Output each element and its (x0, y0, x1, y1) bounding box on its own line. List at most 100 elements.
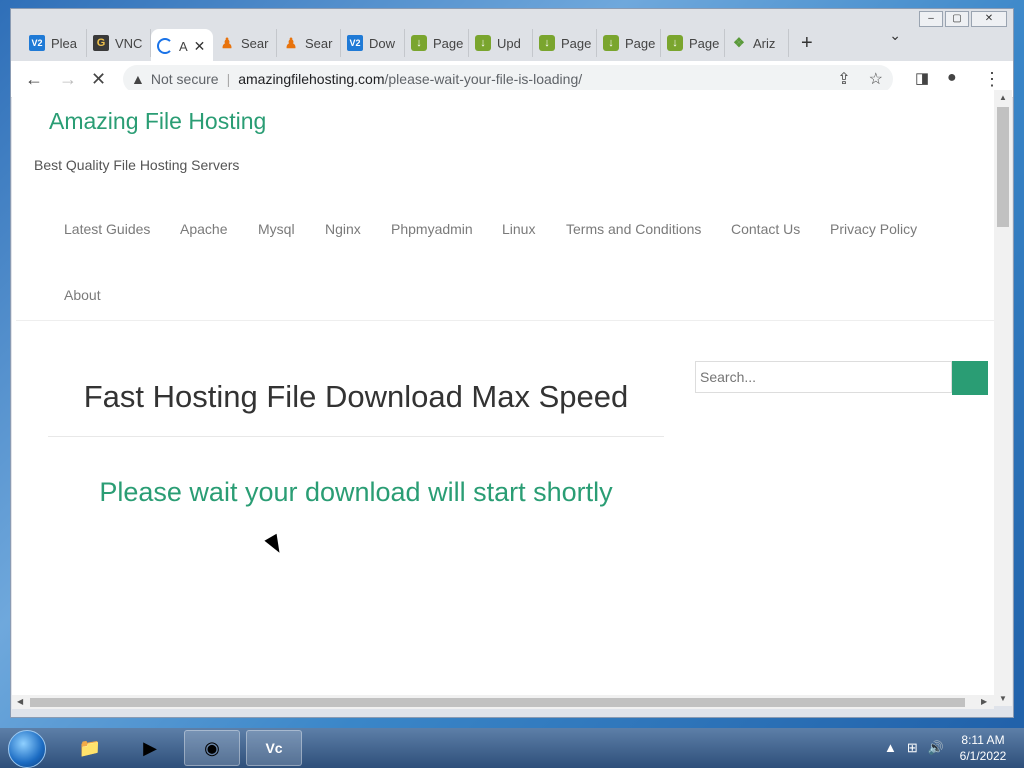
tab-3[interactable]: ♟ Sear (213, 29, 277, 57)
nav-item-mysql[interactable]: Mysql (258, 221, 295, 237)
v2-icon: V2 (347, 35, 363, 51)
nav-item-phpmyadmin[interactable]: Phpmyadmin (391, 221, 473, 237)
forward-icon[interactable]: → (59, 69, 77, 90)
download-wait-message: Please wait your download will start sho… (99, 477, 613, 507)
nav-item-contact[interactable]: Contact Us (731, 221, 800, 237)
side-panel-icon[interactable]: ◨ (915, 69, 929, 87)
stop-loading-icon[interactable]: ✕ (91, 69, 106, 90)
download-icon: ↓ (603, 35, 619, 51)
nav-item-latest-guides[interactable]: Latest Guides (64, 221, 150, 237)
browser-window: V2 Plea G VNC A ✕ ♟ Sear ♟ Sear V2 Dow ↓ Page ↓… (10, 8, 1014, 718)
tab-label: A (179, 38, 188, 54)
media-player-icon[interactable]: ▶ (122, 730, 178, 766)
tab-10[interactable]: ↓ Page (661, 29, 725, 57)
window-controls: – ▢ ✕ (919, 11, 1007, 27)
horizontal-scroll-thumb[interactable] (30, 698, 965, 707)
minimize-icon[interactable]: – (919, 11, 943, 27)
vnc-app-icon[interactable]: Vc (246, 730, 302, 766)
scroll-left-icon[interactable]: ◀ (17, 697, 23, 706)
download-icon: ↓ (475, 35, 491, 51)
tab-label: Upd (497, 35, 521, 51)
tab-11[interactable]: ❖ Ariz (725, 29, 789, 57)
person-icon: ♟ (220, 34, 234, 51)
maximize-icon[interactable]: ▢ (945, 11, 969, 27)
tab-list: V2 Plea G VNC A ✕ ♟ Sear ♟ Sear V2 Dow ↓ Page ↓… (23, 23, 813, 63)
share-icon[interactable]: ⇪ (837, 69, 850, 89)
tab-1[interactable]: G VNC (87, 29, 151, 57)
file-explorer-icon[interactable]: 📁 (62, 730, 118, 766)
download-icon: ↓ (539, 35, 555, 51)
download-icon: ↓ (411, 35, 427, 51)
tab-6[interactable]: ↓ Page (405, 29, 469, 57)
close-window-icon[interactable]: ✕ (971, 11, 1007, 27)
person-icon: ♟ (284, 34, 298, 51)
tab-7[interactable]: ↓ Upd (469, 29, 533, 57)
v2-icon: V2 (29, 35, 45, 51)
system-tray: ▲ ⊞ 🔊 (884, 740, 944, 756)
tab-label: Dow (369, 35, 396, 51)
site-tagline: Best Quality File Hosting Servers (34, 157, 240, 173)
ariz-icon: ❖ (733, 35, 745, 50)
chrome-icon[interactable]: ◉ (184, 730, 240, 766)
tray-expand-icon[interactable]: ▲ (884, 740, 897, 756)
tab-label: Sear (241, 35, 269, 51)
post-title: Fast Hosting File Download Max Speed (83, 379, 629, 414)
tab-label: Ariz (753, 35, 776, 51)
tab-label: VNC (115, 35, 143, 51)
vertical-scrollbar[interactable]: ▲ ▼ (994, 90, 1012, 706)
tab-2-active[interactable]: A ✕ (151, 29, 213, 63)
network-icon[interactable]: ⊞ (907, 740, 918, 756)
g-icon: G (93, 35, 109, 51)
tab-strip: V2 Plea G VNC A ✕ ♟ Sear ♟ Sear V2 Dow ↓ Page ↓… (11, 9, 1013, 63)
scroll-down-icon[interactable]: ▼ (999, 694, 1007, 703)
address-bar[interactable]: ▲ Not secure | amazingfilehosting.com/pl… (123, 65, 893, 93)
security-label[interactable]: Not secure (151, 71, 219, 87)
nav-item-nginx[interactable]: Nginx (325, 221, 361, 237)
horizontal-scrollbar[interactable]: ◀ ▶ (12, 695, 994, 709)
header-divider (16, 320, 994, 321)
tab-label: Plea (51, 35, 78, 51)
tab-9[interactable]: ↓ Page (597, 29, 661, 57)
warning-icon: ▲ (131, 71, 145, 87)
vertical-scroll-thumb[interactable] (997, 107, 1009, 227)
search-button[interactable] (952, 361, 988, 395)
tab-label: Page (625, 35, 656, 51)
omnibox-actions: ⇪ ☆ (837, 69, 883, 89)
tab-8[interactable]: ↓ Page (533, 29, 597, 57)
tab-label: Page (689, 35, 720, 51)
tab-label: Page (433, 35, 464, 51)
scroll-up-icon[interactable]: ▲ (999, 93, 1007, 102)
nav-item-terms[interactable]: Terms and Conditions (566, 221, 701, 237)
nav-item-linux[interactable]: Linux (502, 221, 535, 237)
tab-5[interactable]: V2 Dow (341, 29, 405, 57)
volume-icon[interactable]: 🔊 (928, 740, 944, 756)
new-tab-icon[interactable]: + (801, 32, 813, 55)
tab-label: Sear (305, 35, 333, 51)
search-input[interactable] (695, 361, 952, 393)
clock[interactable]: 8:11 AM 6/1/2022 (948, 732, 1018, 764)
tab-4[interactable]: ♟ Sear (277, 29, 341, 57)
tab-0[interactable]: V2 Plea (23, 29, 87, 57)
profile-icon[interactable]: ● (947, 69, 957, 87)
download-icon: ↓ (667, 35, 683, 51)
close-tab-icon[interactable]: ✕ (194, 38, 206, 55)
web-page: Amazing File Hosting Best Quality File H… (12, 90, 994, 706)
scroll-right-icon[interactable]: ▶ (981, 697, 987, 706)
site-title[interactable]: Amazing File Hosting (49, 108, 266, 135)
clock-date: 6/1/2022 (959, 749, 1007, 763)
more-menu-icon[interactable]: ⋮ (983, 69, 1001, 90)
loading-spinner-icon (157, 38, 173, 54)
clock-time: 8:11 AM (961, 733, 1005, 747)
nav-item-about[interactable]: About (64, 287, 101, 303)
back-icon[interactable]: ← (25, 69, 43, 90)
bookmark-star-icon[interactable]: ☆ (869, 69, 883, 89)
tab-label: Page (561, 35, 592, 51)
start-button-icon[interactable] (8, 730, 46, 768)
post-title-rule (48, 436, 664, 437)
nav-item-privacy[interactable]: Privacy Policy (830, 221, 917, 237)
mouse-cursor-icon (264, 533, 286, 557)
url-host: amazingfilehosting.com (238, 71, 385, 87)
tab-search-chevron-icon[interactable]: ⌄ (889, 27, 901, 44)
nav-item-apache[interactable]: Apache (180, 221, 227, 237)
address-separator: | (226, 71, 231, 87)
